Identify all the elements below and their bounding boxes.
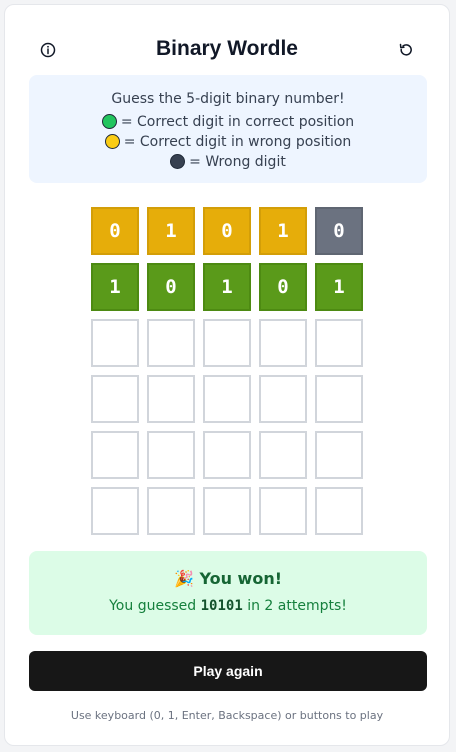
keyboard-hint: Use keyboard (0, 1, Enter, Backspace) or… xyxy=(70,709,384,722)
empty-tile xyxy=(259,375,307,423)
empty-tile xyxy=(203,375,251,423)
empty-tile xyxy=(203,431,251,479)
win-title: You won! xyxy=(199,569,283,588)
empty-tile xyxy=(259,431,307,479)
yellow-dot-icon xyxy=(104,134,120,149)
guess-tile: 1 xyxy=(259,207,307,255)
page-title: Binary Wordle xyxy=(156,37,298,60)
empty-tile xyxy=(147,319,195,367)
win-message-prefix: You guessed xyxy=(109,598,197,614)
empty-tile xyxy=(203,319,251,367)
empty-tile xyxy=(147,487,195,535)
guess-tile: 1 xyxy=(91,263,139,311)
guess-tile: 1 xyxy=(315,263,363,311)
dark-dot-icon xyxy=(170,154,186,169)
empty-tile xyxy=(315,487,363,535)
empty-tile xyxy=(315,375,363,423)
empty-tile xyxy=(259,487,307,535)
empty-tile xyxy=(315,319,363,367)
empty-tile xyxy=(91,375,139,423)
win-message-suffix: in 2 attempts! xyxy=(247,598,347,614)
guess-tile: 0 xyxy=(203,207,251,255)
legend-correct-position: = Correct digit in correct position xyxy=(29,112,427,132)
green-dot-icon xyxy=(101,114,117,129)
legend-text: = Correct digit in wrong position xyxy=(123,134,352,150)
empty-tile xyxy=(91,431,139,479)
legend-wrong-position: = Correct digit in wrong position xyxy=(29,132,427,152)
legend-wrong-digit: = Wrong digit xyxy=(29,152,427,172)
guess-tile: 0 xyxy=(259,263,307,311)
win-banner: 🎉 You won! You guessed 10101 in 2 attemp… xyxy=(29,551,427,635)
game-card: Binary Wordle Guess the 5-digit binary n… xyxy=(4,4,450,746)
empty-tile xyxy=(147,375,195,423)
empty-tile xyxy=(259,319,307,367)
guess-tile: 1 xyxy=(147,207,195,255)
reset-icon[interactable] xyxy=(395,39,417,61)
instructions-panel: Guess the 5-digit binary number! = Corre… xyxy=(29,75,427,183)
win-headline: 🎉 You won! xyxy=(29,569,427,588)
empty-tile xyxy=(315,431,363,479)
empty-tile xyxy=(91,319,139,367)
empty-tile xyxy=(203,487,251,535)
guess-tile: 0 xyxy=(91,207,139,255)
guess-tile: 0 xyxy=(147,263,195,311)
legend-text: = Wrong digit xyxy=(189,154,286,170)
win-message: You guessed 10101 in 2 attempts! xyxy=(29,598,427,614)
party-popper-icon: 🎉 xyxy=(173,569,194,588)
instructions-intro: Guess the 5-digit binary number! xyxy=(111,91,345,107)
empty-tile xyxy=(147,431,195,479)
winning-guess: 10101 xyxy=(200,598,243,614)
header: Binary Wordle xyxy=(5,31,449,71)
empty-tile xyxy=(91,487,139,535)
guess-tile: 0 xyxy=(315,207,363,255)
legend-text: = Correct digit in correct position xyxy=(120,114,355,130)
guess-tile: 1 xyxy=(203,263,251,311)
play-again-button[interactable]: Play again xyxy=(29,651,427,691)
